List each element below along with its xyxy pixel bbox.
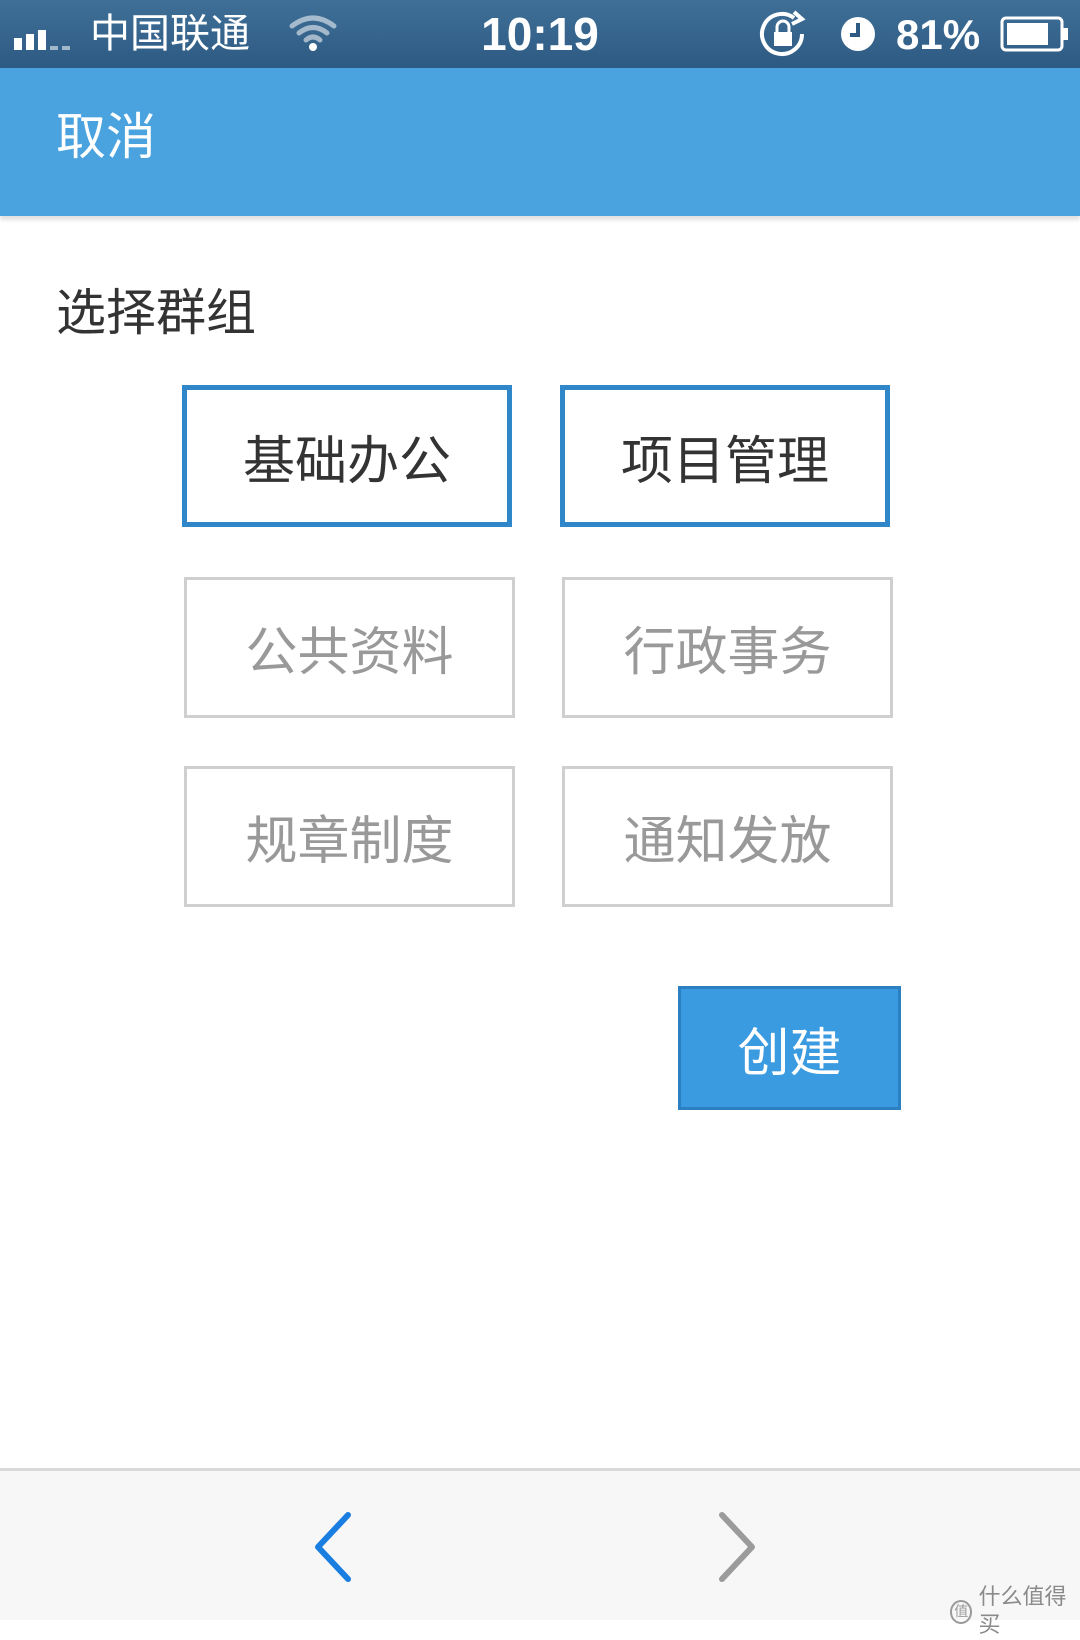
bottom-toolbar bbox=[0, 1468, 1080, 1620]
battery-icon bbox=[1000, 16, 1070, 56]
forward-arrow-icon[interactable] bbox=[712, 1509, 762, 1589]
watermark-text: 什么值得买 bbox=[978, 1585, 1067, 1638]
status-bar: 中国联通 10:19 81% bbox=[0, 0, 1080, 68]
page-title: 选择群组 bbox=[56, 284, 256, 342]
watermark-logo-icon: 值 bbox=[950, 1600, 973, 1624]
group-option-basic-office[interactable]: 基础办公 bbox=[182, 385, 512, 527]
group-option-notice-distribution[interactable]: 通知发放 bbox=[562, 766, 893, 907]
group-option-administrative-affairs[interactable]: 行政事务 bbox=[562, 577, 893, 718]
nav-bar: 取消 bbox=[0, 68, 1080, 216]
back-arrow-icon[interactable] bbox=[308, 1509, 358, 1589]
group-option-rules-regulations[interactable]: 规章制度 bbox=[184, 766, 515, 907]
create-button[interactable]: 创建 bbox=[678, 986, 901, 1110]
cancel-button[interactable]: 取消 bbox=[56, 104, 156, 170]
group-option-public-materials[interactable]: 公共资料 bbox=[184, 577, 515, 718]
alarm-icon bbox=[838, 14, 878, 58]
group-option-project-management[interactable]: 项目管理 bbox=[560, 385, 890, 527]
watermark: 值 什么值得买 bbox=[950, 1584, 1080, 1640]
rotation-lock-icon bbox=[758, 10, 818, 62]
battery-percent: 81% bbox=[896, 11, 981, 58]
